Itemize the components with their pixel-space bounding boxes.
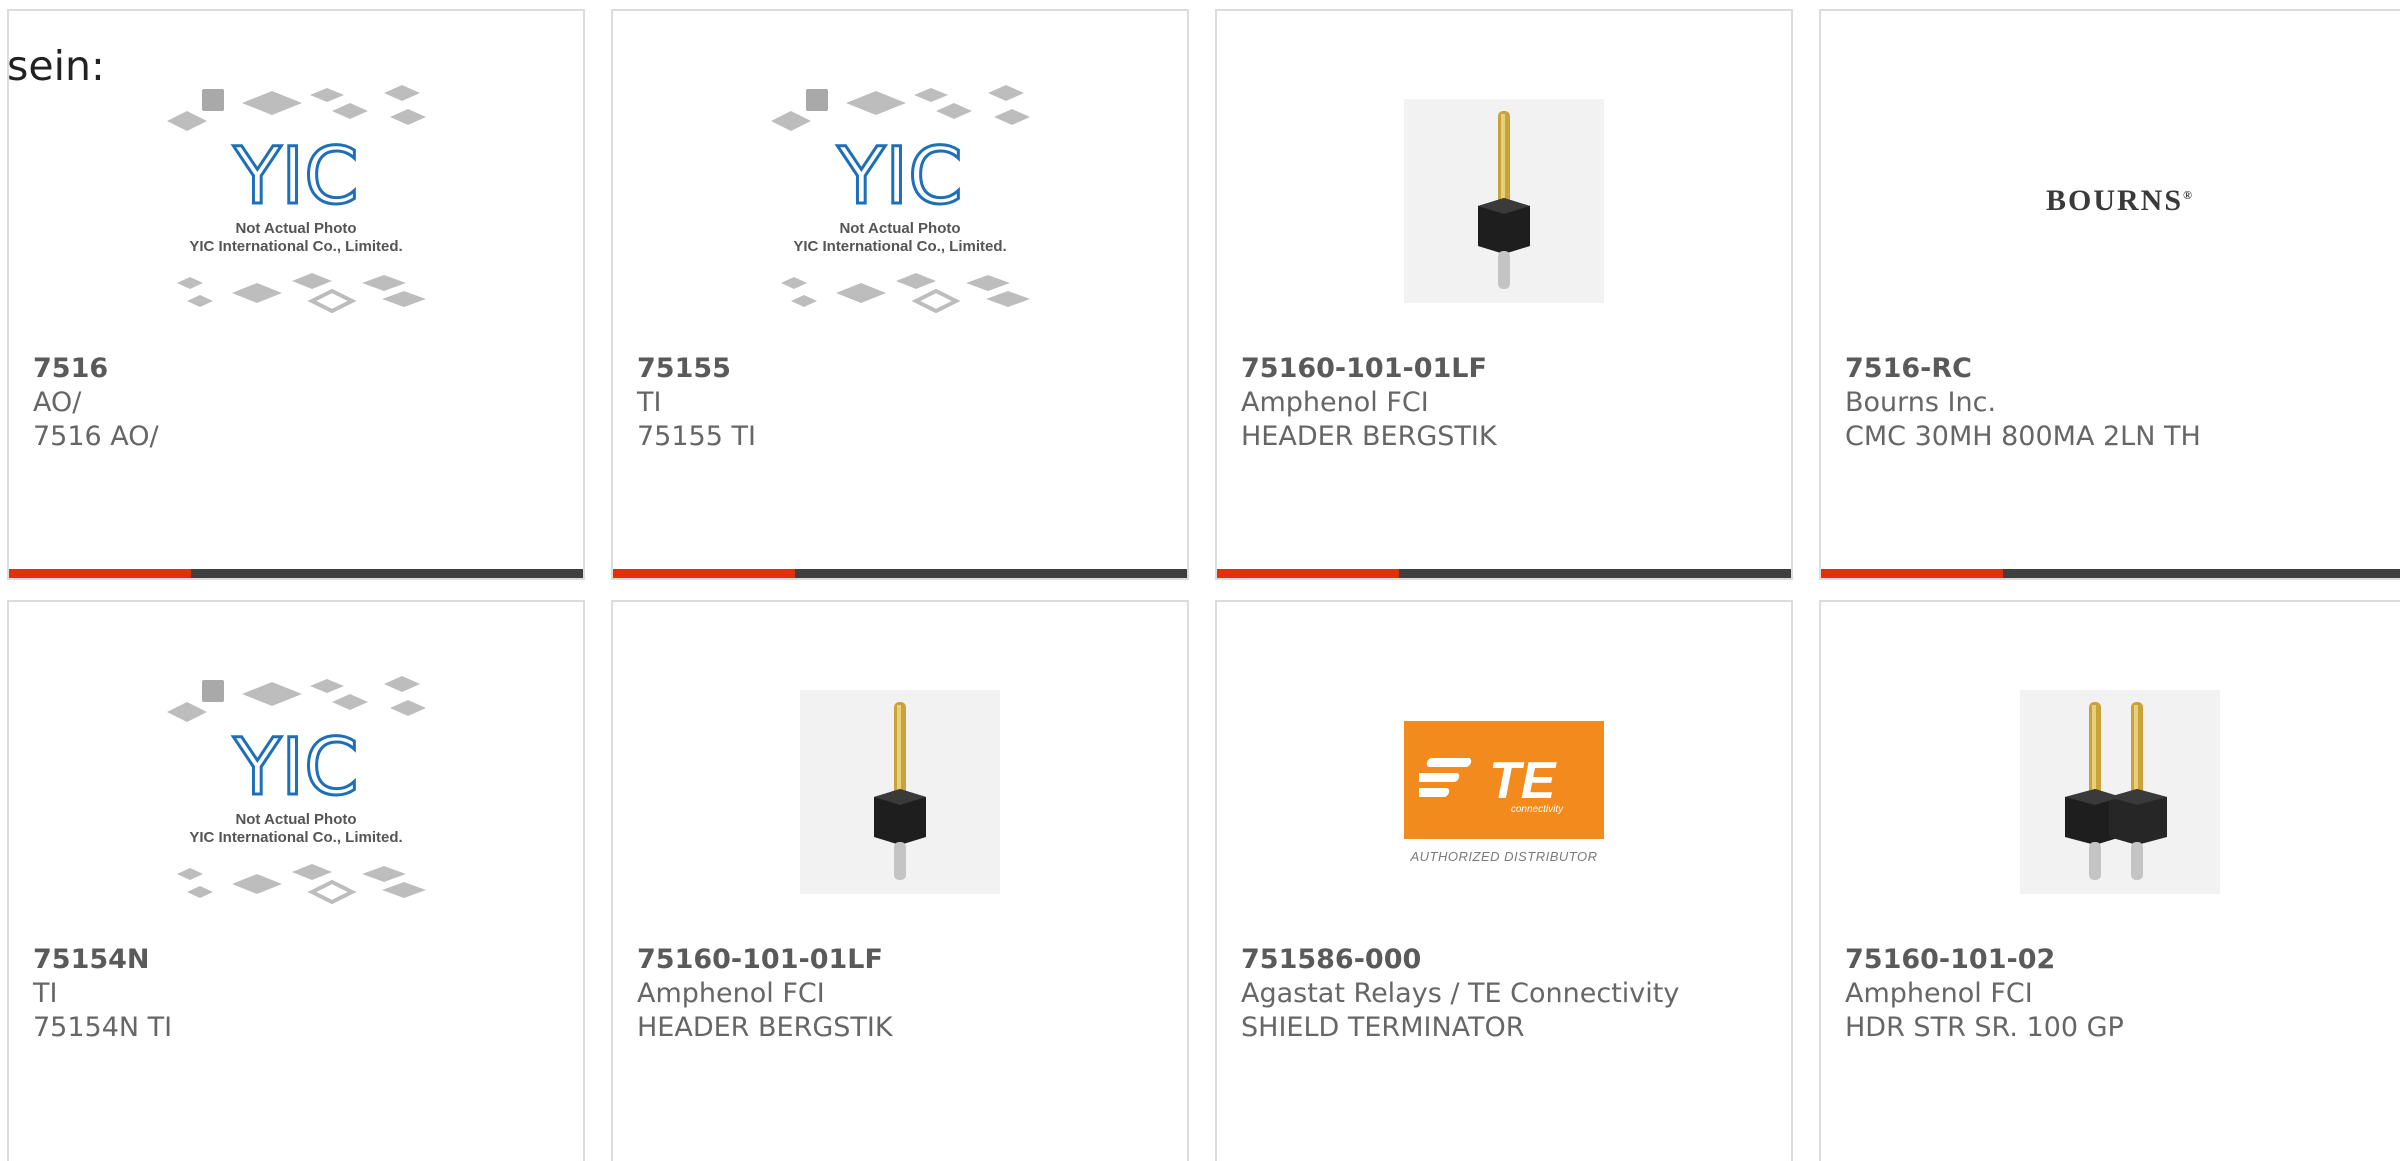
intro-text: sein:: [7, 42, 105, 90]
single-pin-header-image: [1404, 99, 1604, 303]
product-info: 75160-101-02 Amphenol FCI HDR STR SR. 10…: [1845, 943, 2400, 1045]
card-bar-accent: [1821, 569, 2003, 578]
manufacturer: Amphenol FCI: [637, 978, 825, 1009]
card-bar: [9, 569, 583, 578]
svg-text:YIC: YIC: [232, 132, 358, 222]
product-info: 75160-101-01LF Amphenol FCI HEADER BERGS…: [1241, 352, 1781, 454]
product-info: 75154N TI 75154N TI: [33, 943, 573, 1045]
part-number[interactable]: 75160-101-01LF: [637, 943, 1177, 977]
product-grid: YIC Not Actual Photo YIC International C…: [7, 9, 2400, 1161]
pin-header-icon: [1478, 111, 1530, 289]
svg-text:YIC: YIC: [232, 723, 358, 813]
product-image[interactable]: YIC Not Actual Photo YIC International C…: [9, 642, 583, 942]
bourns-logo: BOURNS®: [2046, 184, 2194, 217]
description: HDR STR SR. 100 GP: [1845, 1012, 2124, 1043]
svg-text:connectivity: connectivity: [1511, 804, 1564, 815]
product-card[interactable]: 75160-101-01LF Amphenol FCI HEADER BERGS…: [1215, 9, 1793, 580]
yic-placeholder-image: YIC Not Actual Photo YIC International C…: [167, 676, 426, 905]
svg-text:Not Actual Photo: Not Actual Photo: [839, 220, 960, 237]
product-image[interactable]: [613, 642, 1187, 942]
part-number[interactable]: 75154N: [33, 943, 573, 977]
product-image[interactable]: [1217, 51, 1791, 351]
yic-placeholder-image: YIC Not Actual Photo YIC International C…: [771, 85, 1030, 314]
card-bar-accent: [9, 569, 191, 578]
product-image[interactable]: YIC Not Actual Photo YIC International C…: [9, 51, 583, 351]
svg-text:YIC International Co., Limited: YIC International Co., Limited.: [189, 238, 402, 255]
manufacturer: Amphenol FCI: [1241, 387, 1429, 418]
single-pin-header-image: [800, 690, 1000, 894]
description: 75154N TI: [33, 1012, 173, 1043]
product-image[interactable]: YIC Not Actual Photo YIC International C…: [613, 51, 1187, 351]
product-info: 7516 AO/ 7516 AO/: [33, 352, 573, 454]
description: HEADER BERGSTIK: [637, 1012, 893, 1043]
manufacturer: TI: [33, 978, 58, 1009]
svg-text:YIC: YIC: [836, 132, 962, 222]
svg-text:Not Actual Photo: Not Actual Photo: [235, 811, 356, 828]
part-number[interactable]: 75155: [637, 352, 1177, 386]
product-card[interactable]: YIC Not Actual Photo YIC International C…: [7, 9, 585, 580]
product-card[interactable]: YIC Not Actual Photo YIC International C…: [7, 600, 585, 1161]
manufacturer: AO/: [33, 387, 82, 418]
card-bar: [1821, 569, 2400, 578]
product-image[interactable]: BOURNS®: [1821, 51, 2400, 351]
product-image[interactable]: TE connectivity AUTHORIZED DISTRIBUTOR: [1217, 642, 1791, 942]
manufacturer: TI: [637, 387, 662, 418]
description: SHIELD TERMINATOR: [1241, 1012, 1525, 1043]
manufacturer: Bourns Inc.: [1845, 387, 1997, 418]
product-card[interactable]: BOURNS® 7516-RC Bourns Inc. CMC 30MH 800…: [1819, 9, 2400, 580]
pin-header-icon: [874, 702, 926, 880]
te-logo-badge: TE connectivity: [1404, 720, 1604, 839]
yic-placeholder-image: YIC Not Actual Photo YIC International C…: [167, 85, 426, 314]
pin-header-icon: [2065, 702, 2167, 880]
svg-text:TE: TE: [1489, 752, 1557, 810]
product-card[interactable]: 75160-101-02 Amphenol FCI HDR STR SR. 10…: [1819, 600, 2400, 1161]
manufacturer: Agastat Relays / TE Connectivity: [1241, 978, 1680, 1009]
part-number[interactable]: 75160-101-01LF: [1241, 352, 1781, 386]
product-info: 75160-101-01LF Amphenol FCI HEADER BERGS…: [637, 943, 1177, 1045]
te-connectivity-logo: TE connectivity AUTHORIZED DISTRIBUTOR: [1404, 720, 1604, 864]
card-bar-accent: [1217, 569, 1399, 578]
product-card[interactable]: YIC Not Actual Photo YIC International C…: [611, 9, 1189, 580]
part-number[interactable]: 7516-RC: [1845, 352, 2400, 386]
product-card[interactable]: TE connectivity AUTHORIZED DISTRIBUTOR 7…: [1215, 600, 1793, 1161]
description: 75155 TI: [637, 421, 756, 452]
description: HEADER BERGSTIK: [1241, 421, 1497, 452]
description: CMC 30MH 800MA 2LN TH: [1845, 421, 2201, 452]
product-info: 7516-RC Bourns Inc. CMC 30MH 800MA 2LN T…: [1845, 352, 2400, 454]
svg-text:YIC International Co., Limited: YIC International Co., Limited.: [793, 238, 1006, 255]
te-logo-icon: TE connectivity: [1419, 752, 1564, 815]
svg-text:YIC International Co., Limited: YIC International Co., Limited.: [189, 829, 402, 846]
product-info: 75155 TI 75155 TI: [637, 352, 1177, 454]
product-card[interactable]: 75160-101-01LF Amphenol FCI HEADER BERGS…: [611, 600, 1189, 1161]
card-bar: [613, 569, 1187, 578]
part-number[interactable]: 751586-000: [1241, 943, 1781, 977]
te-caption: AUTHORIZED DISTRIBUTOR: [1410, 848, 1598, 864]
part-number[interactable]: 7516: [33, 352, 573, 386]
part-number[interactable]: 75160-101-02: [1845, 943, 2400, 977]
product-info: 751586-000 Agastat Relays / TE Connectiv…: [1241, 943, 1781, 1045]
description: 7516 AO/: [33, 421, 159, 452]
double-pin-header-image: [2020, 690, 2220, 894]
card-bar-accent: [613, 569, 795, 578]
product-image[interactable]: [1821, 642, 2400, 942]
manufacturer: Amphenol FCI: [1845, 978, 2033, 1009]
svg-text:Not Actual Photo: Not Actual Photo: [235, 220, 356, 237]
card-bar: [1217, 569, 1791, 578]
